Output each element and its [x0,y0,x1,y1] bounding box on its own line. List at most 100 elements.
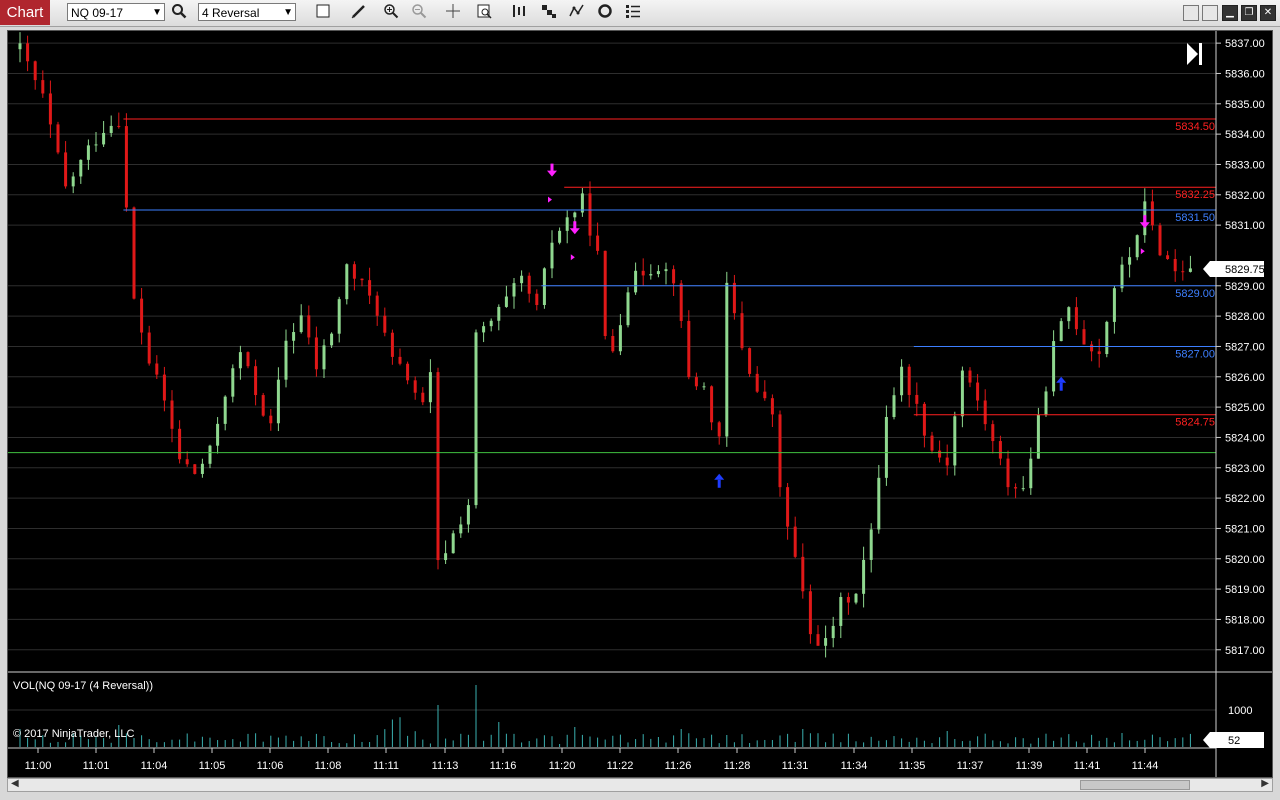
scrollbar-thumb[interactable] [1080,780,1190,790]
indicators-icon[interactable] [567,3,587,23]
volume-bar [171,739,173,747]
price-chart[interactable]: 5834.50 5832.25 5831.50 5829.00 5827.00 5824.… [8,31,1272,777]
candle-up [428,372,432,403]
candle-up [497,306,501,321]
volume-bar [939,737,941,747]
candle-up [330,333,334,346]
candle-up [1052,341,1056,392]
volume-bar [787,733,789,747]
entry-marker-icon [1140,248,1145,255]
volume-bar [308,740,310,747]
volume-bar [376,735,378,747]
volume-bar [1167,741,1169,747]
candle-down [1150,201,1154,226]
candle-up [550,242,554,269]
price-tick-label: 5822.00 [1225,493,1265,505]
candle-down [64,152,68,187]
time-tick-label: 11:11 [373,760,399,772]
volume-bar [194,741,196,747]
bar-type-selector[interactable]: 4 Reversal ▼ [198,3,296,21]
candle-down [588,193,592,236]
crosshair-icon[interactable] [443,3,463,23]
candles [18,32,1192,658]
copyright-label: © 2017 NinjaTrader, LLC [13,728,134,740]
candle-down [1166,255,1170,260]
volume-bar [726,735,728,747]
candle-up [900,366,904,396]
volume-axis-label: 1000 [1228,705,1252,717]
search-icon[interactable] [169,3,189,23]
signals [547,163,1150,488]
chart-toolbar: Chart NQ 09-17 ▼ 4 Reversal ▼ ▁ ❐ ✕ [0,0,1280,27]
volume-bar [1121,733,1123,747]
volume-bar [163,742,165,747]
candle-down [41,80,45,94]
volume-bars [19,685,1191,747]
candle-up [109,125,113,133]
volume-bar [809,733,811,747]
zoom-in-icon[interactable] [381,3,401,23]
refresh-icon[interactable] [595,3,615,23]
candle-up [322,345,326,370]
volume-bar [1091,734,1093,747]
skip-to-end-icon[interactable] [1187,43,1202,65]
price-level-label: 5834.50 [1175,121,1215,133]
candle-down [915,394,919,404]
candle-down [786,487,790,527]
candle-up [208,445,212,464]
volume-bar [855,741,857,747]
candle-up [725,282,729,437]
volume-bar [34,739,36,747]
bar-type-icon[interactable] [509,3,529,23]
candle-up [71,176,75,187]
horizontal-scrollbar[interactable]: ◀ ▶ [7,778,1273,792]
volume-bar [445,738,447,747]
restore-icon[interactable]: ❐ [1241,5,1257,21]
volume-bar [179,739,181,747]
volume-bar [285,735,287,747]
volume-bar [665,742,667,747]
volume-bar [977,736,979,747]
candle-down [155,363,159,375]
time-tick-label: 11:13 [432,760,459,772]
candle-down [998,441,1002,459]
chart-tab[interactable]: Chart [0,0,50,25]
time-tick-label: 11:05 [199,760,226,772]
volume-bar [521,742,523,747]
volume-bar [1030,743,1032,747]
volume-bar [673,735,675,747]
chart-style-icon[interactable] [539,3,559,23]
minimize-icon[interactable]: ▁ [1222,5,1238,21]
volume-bar [551,736,553,747]
candle-up [1029,458,1033,489]
time-tick-label: 11:20 [549,760,576,772]
window-cascade-icon[interactable] [1202,5,1218,21]
pencil-icon[interactable] [349,3,369,23]
volume-bar [794,741,796,747]
volume-bar [156,742,158,747]
square-select-icon[interactable] [313,3,333,23]
scroll-right-icon[interactable]: ▶ [1261,778,1269,789]
zoom-out-icon[interactable] [409,3,429,23]
scroll-left-icon[interactable]: ◀ [11,778,19,789]
volume-bar [361,741,363,747]
candle-down [596,235,600,251]
volume-bar [1182,737,1184,747]
candle-up [504,296,508,307]
data-box-icon[interactable] [474,3,494,23]
volume-bar [498,722,500,747]
window-tile-icon[interactable] [1183,5,1199,21]
volume-bar [414,731,416,747]
instrument-selector[interactable]: NQ 09-17 ▼ [67,3,165,21]
volume-bar [429,743,431,747]
candle-down [770,398,774,415]
properties-list-icon[interactable] [623,3,643,23]
candle-down [641,270,645,276]
close-icon[interactable]: ✕ [1260,5,1276,21]
candle-down [801,556,805,592]
volume-bar [65,742,67,747]
volume-bar [946,731,948,747]
volume-bar [779,735,781,747]
candle-up [1135,235,1139,258]
volume-bar [1022,738,1024,747]
